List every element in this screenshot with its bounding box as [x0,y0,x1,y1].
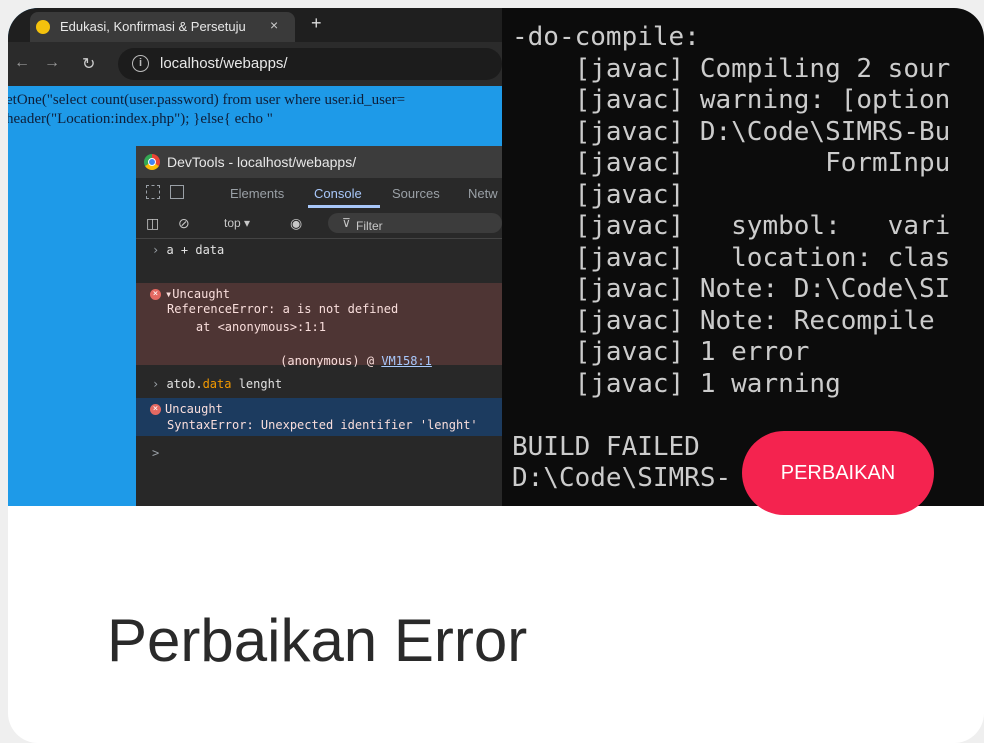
filter-input: ⊽ Filter [328,213,502,233]
browser-tab: Edukasi, Konfirmasi & Persetuju × [30,12,295,42]
url-field: i localhost/webapps/ [118,48,502,80]
terminal-line: [javac] warning: [option [512,85,951,115]
post-card[interactable]: Edukasi, Konfirmasi & Persetuju × + ← → … [8,8,984,743]
back-arrow-icon: ← [14,54,30,71]
terminal-screenshot: -do-compile: [javac] Compiling 2 sour [j… [502,8,984,506]
console-input-line: › atob.data lenght [152,377,283,391]
terminal-line: [javac] Compiling 2 sour [512,53,951,84]
sidebar-icon: ◫ [146,215,160,231]
terminal-line: -do-compile: [512,22,700,52]
devtools-tabs: Elements Console Sources Netw [136,178,502,209]
console-input-line: › a + data [152,243,225,257]
inspect-icon [146,185,160,199]
context-select: top ▾ [224,216,251,230]
error-icon: × [150,289,161,300]
terminal-line: [javac] D:\Code\SIMRS-Bu [512,116,951,147]
tab-elements: Elements [230,186,285,201]
terminal-line: BUILD FAILED [512,431,700,462]
reload-icon: ↻ [82,56,96,73]
console-toolbar: ◫ ⊘ top ▾ ◉ ⊽ Filter [136,208,502,239]
terminal-line: [javac] 1 warning [512,368,841,399]
close-icon: × [270,17,279,33]
page-text-line: header("Location:index.php"); }else{ ech… [8,111,273,127]
terminal-line: [javac] symbol: vari [512,211,951,241]
url-text: localhost/webapps/ [160,55,288,72]
post-title[interactable]: Perbaikan Error [107,606,527,675]
tab-network: Netw [468,186,498,201]
terminal-line: [javac] 1 error [512,337,810,367]
tab-console: Console [314,186,362,201]
console-error-syntax: × Uncaught SyntaxError: Unexpected identi… [136,398,502,436]
tab-sources: Sources [392,186,440,201]
terminal-line: [javac] FormInpu [512,148,951,178]
new-tab-icon: + [311,13,322,33]
category-badge[interactable]: PERBAIKAN [742,431,934,515]
info-icon: i [132,55,149,72]
device-toolbar-icon [170,185,184,199]
devtools-titlebar: DevTools - localhost/webapps/ [136,146,502,178]
clear-console-icon: ⊘ [178,215,190,231]
devtools-title: DevTools - localhost/webapps/ [167,154,357,170]
page-text-line: etOne("select count(user.password) from … [8,92,406,108]
browser-tab-title: Edukasi, Konfirmasi & Persetuju [60,19,246,34]
error-icon: × [150,404,161,415]
devtools-window: DevTools - localhost/webapps/ Elements C… [136,146,502,506]
browser-screenshot: Edukasi, Konfirmasi & Persetuju × + ← → … [8,8,502,506]
chrome-logo-icon [144,154,160,170]
forward-arrow-icon: → [44,54,60,71]
terminal-line: [javac] Note: D:\Code\SI [512,274,951,304]
console-error-reference: × ▾Uncaught ReferenceError: a is not defi… [136,283,502,368]
terminal-line: [javac] Note: Recompile [512,305,951,336]
console-output: › a + data × ▾Uncaught ReferenceError: a … [136,238,502,506]
browser-tabbar: Edukasi, Konfirmasi & Persetuju × + [8,8,502,42]
console-prompt: > [152,446,160,460]
favicon-icon [36,20,50,34]
source-link: VM158:1 [381,354,432,368]
terminal-line: [javac] [512,179,685,210]
terminal-line: [javac] location: clas [512,242,951,273]
eye-icon: ◉ [290,215,303,231]
address-bar: ← → ↻ i localhost/webapps/ [8,42,502,86]
filter-placeholder: ⊽ Filter [342,216,383,233]
